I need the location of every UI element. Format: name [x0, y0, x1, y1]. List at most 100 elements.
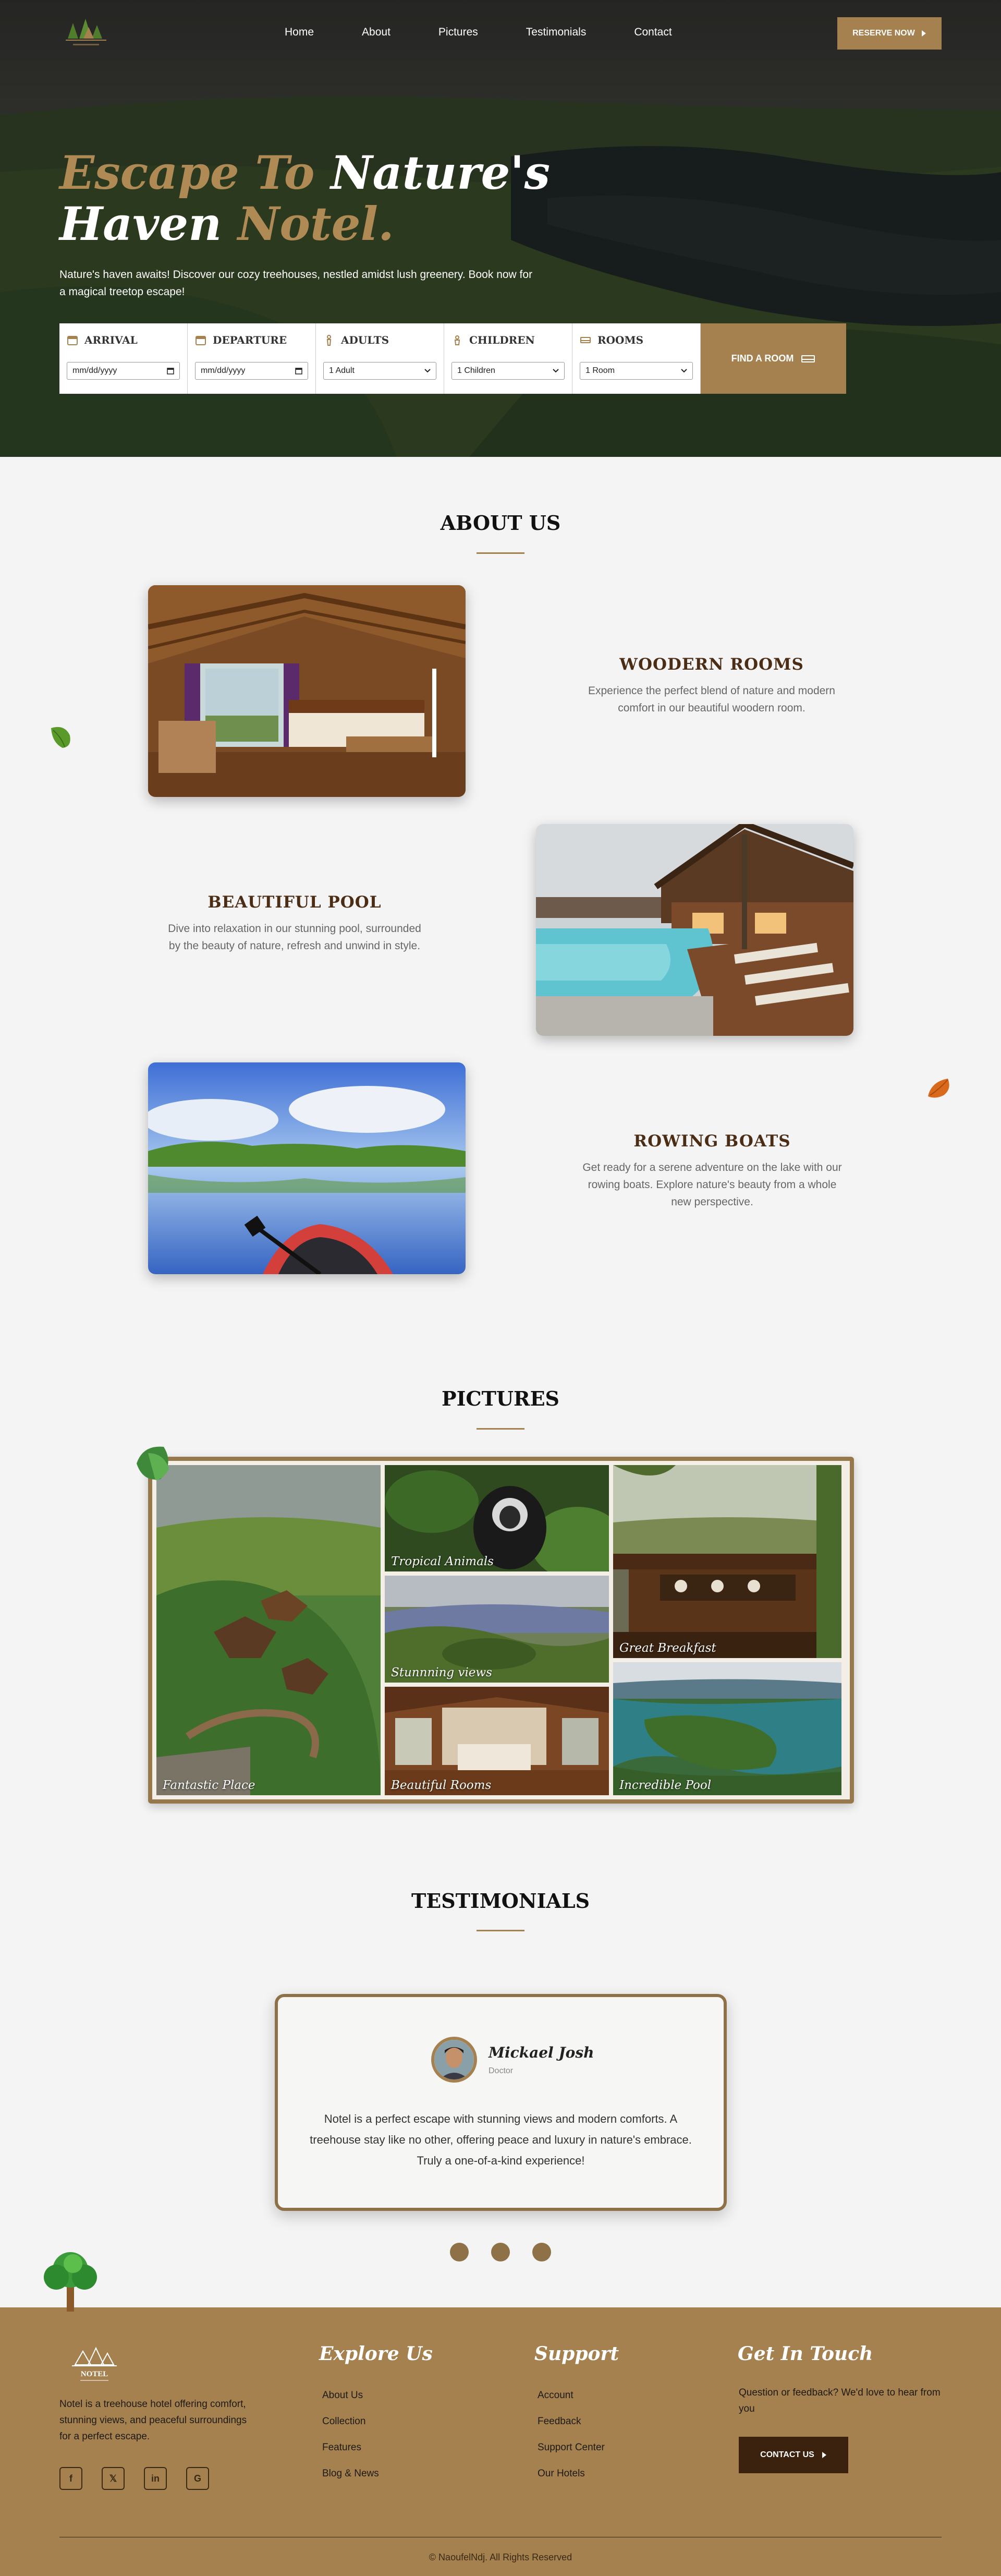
- contact-us-label: CONTACT US: [760, 2450, 814, 2459]
- departure-date-value: mm/dd/yyyy: [201, 366, 246, 375]
- testimonial-name: Mickael Josh: [489, 2044, 594, 2061]
- google-icon[interactable]: G: [186, 2467, 209, 2490]
- footer-link-collection[interactable]: Collection: [322, 2416, 365, 2427]
- arrival-date-value: mm/dd/yyyy: [72, 366, 117, 375]
- about-title: ABOUT US: [440, 511, 561, 535]
- nav-about[interactable]: About: [362, 26, 390, 39]
- nav-contact[interactable]: Contact: [634, 26, 672, 39]
- nav-testimonials[interactable]: Testimonials: [526, 26, 587, 39]
- contact-us-button[interactable]: CONTACT US: [739, 2437, 848, 2473]
- gallery-caption: Beautiful Rooms: [391, 1779, 492, 1792]
- rooms-label: ROOMS: [597, 334, 644, 346]
- gallery-caption: Great Breakfast: [619, 1641, 716, 1655]
- gallery-item-great-breakfast[interactable]: Great Breakfast: [613, 1465, 841, 1658]
- pool-image: [536, 824, 853, 1036]
- hero-title-haven: Haven: [59, 197, 222, 251]
- gallery-item-beautiful-rooms[interactable]: Beautiful Rooms: [385, 1687, 609, 1795]
- x-twitter-icon[interactable]: 𝕏: [102, 2467, 125, 2490]
- lake-photo: [148, 1062, 466, 1274]
- hero-title: Escape To Nature's Haven Notel.: [59, 147, 581, 249]
- avatar-photo: [434, 2040, 474, 2079]
- date-picker-icon[interactable]: [295, 367, 302, 374]
- footer-link-account[interactable]: Account: [538, 2390, 573, 2401]
- gallery-caption: Tropical Animals: [391, 1555, 494, 1568]
- footer-link-our-hotels[interactable]: Our Hotels: [538, 2468, 585, 2480]
- footer-description: Notel is a treehouse hotel offering comf…: [59, 2399, 247, 2442]
- bed-icon: [801, 355, 815, 362]
- arrival-label: ARRIVAL: [84, 334, 138, 346]
- footer-link-blog-news[interactable]: Blog & News: [322, 2468, 379, 2480]
- notel-logo[interactable]: [57, 11, 130, 53]
- feature-beautiful-pool: BEAUTIFUL POOL Dive into relaxation in o…: [162, 893, 428, 954]
- testimonial-dot-3[interactable]: [532, 2243, 551, 2261]
- adults-value: 1 Adult: [329, 366, 355, 375]
- chevron-down-icon: [424, 369, 431, 373]
- footer-logo[interactable]: NOTEL: [65, 2344, 122, 2386]
- footer-link-features[interactable]: Features: [322, 2442, 361, 2453]
- date-picker-icon[interactable]: [167, 367, 174, 374]
- pool-photo: [536, 824, 853, 1036]
- reserve-now-label: RESERVE NOW: [852, 29, 915, 38]
- rooms-field: ROOMS 1 Room: [572, 323, 701, 394]
- testimonials-title-underline: [477, 1930, 524, 1931]
- main-nav: Home About Pictures Testimonials Contact: [285, 26, 720, 39]
- hero-section: Home About Pictures Testimonials Contact…: [0, 0, 1001, 457]
- reserve-now-button[interactable]: RESERVE NOW: [837, 17, 942, 50]
- chevron-down-icon: [553, 369, 559, 373]
- testimonials-title: TESTIMONIALS: [411, 1889, 590, 1913]
- footer-link-about-us[interactable]: About Us: [322, 2390, 363, 2401]
- contact-text: Question or feedback? We'd love to hear …: [739, 2387, 941, 2414]
- footer-link-feedback[interactable]: Feedback: [538, 2416, 581, 2427]
- find-a-room-button[interactable]: FIND A ROOM: [701, 323, 846, 394]
- hero-title-notel: Notel.: [222, 197, 394, 251]
- hero-subtitle: Nature's haven awaits! Discover our cozy…: [59, 269, 533, 298]
- wooden-room-image: [148, 585, 466, 797]
- hero-title-escape: Escape To: [59, 146, 315, 200]
- children-field: CHILDREN 1 Children: [444, 323, 572, 394]
- footer-logo-text: NOTEL: [81, 2370, 108, 2378]
- rooms-value: 1 Room: [585, 366, 615, 375]
- nav-home[interactable]: Home: [285, 26, 314, 39]
- children-select[interactable]: 1 Children: [451, 362, 565, 380]
- testimonial-dot-2[interactable]: [491, 2243, 510, 2261]
- calendar-icon: [196, 336, 206, 345]
- tree-icon: [44, 2252, 97, 2312]
- departure-date-input[interactable]: mm/dd/yyyy: [195, 362, 308, 380]
- gallery-caption: Stunnning views: [391, 1666, 492, 1679]
- hero-title-natures: Nature's: [314, 146, 551, 200]
- pictures-title: PICTURES: [442, 1387, 559, 1410]
- arrival-date-input[interactable]: mm/dd/yyyy: [67, 362, 180, 380]
- children-value: 1 Children: [457, 366, 495, 375]
- wooden-room-photo: [148, 585, 466, 797]
- testimonial-dot-1[interactable]: [450, 2243, 469, 2261]
- gallery-item-stunning-views[interactable]: Stunnning views: [385, 1576, 609, 1683]
- gallery-item-incredible-pool[interactable]: Incredible Pool: [613, 1662, 841, 1795]
- feature-title: WOODERN ROOMS: [619, 655, 804, 674]
- pictures-gallery: Fantastic Place Tropical Animals Stunnni…: [148, 1457, 854, 1804]
- rooms-select[interactable]: 1 Room: [580, 362, 693, 380]
- green-leaf-icon: [51, 727, 70, 748]
- adults-field: ADULTS 1 Adult: [316, 323, 444, 394]
- explore-title: Explore Us: [319, 2343, 433, 2365]
- booking-form: ARRIVAL mm/dd/yyyy DEPARTURE mm/dd/yyyy: [59, 323, 846, 394]
- gallery-caption: Incredible Pool: [619, 1779, 712, 1792]
- contact-title: Get In Touch: [738, 2343, 873, 2365]
- adults-select[interactable]: 1 Adult: [323, 362, 436, 380]
- footer-link-support-center[interactable]: Support Center: [538, 2442, 605, 2453]
- testimonial-quote: Notel is a perfect escape with stunning …: [310, 2112, 692, 2167]
- aerial-photo: [156, 1465, 381, 1795]
- chevron-down-icon: [681, 369, 687, 373]
- page: Home About Pictures Testimonials Contact…: [0, 0, 1001, 2576]
- nav-pictures[interactable]: Pictures: [438, 26, 478, 39]
- feature-text: Get ready for a serene adventure on the …: [582, 1162, 842, 1208]
- find-a-room-label: FIND A ROOM: [731, 353, 794, 364]
- about-title-underline: [477, 552, 524, 554]
- caret-right-icon: [921, 30, 926, 37]
- departure-field: DEPARTURE mm/dd/yyyy: [188, 323, 316, 394]
- gallery-item-fantastic-place[interactable]: Fantastic Place: [156, 1465, 381, 1795]
- testimonial-role: Doctor: [489, 2066, 514, 2075]
- facebook-icon[interactable]: f: [59, 2467, 82, 2490]
- copyright: © NaoufelNdj. All Rights Reserved: [429, 2552, 572, 2562]
- linkedin-icon[interactable]: in: [144, 2467, 167, 2490]
- gallery-item-tropical-animals[interactable]: Tropical Animals: [385, 1465, 609, 1571]
